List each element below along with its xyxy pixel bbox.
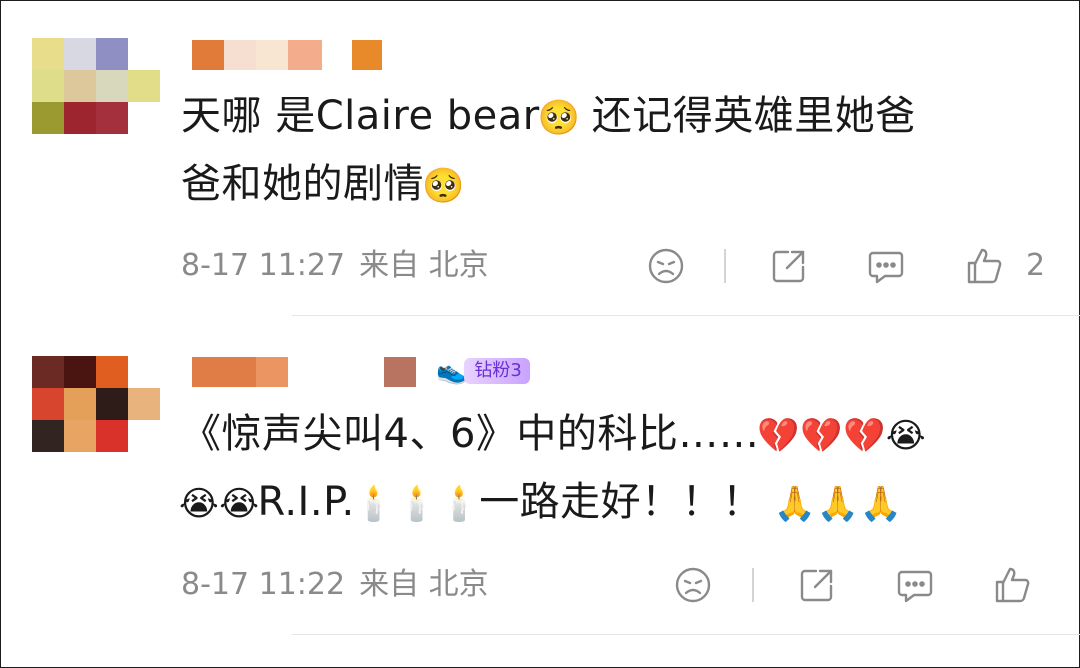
comment-actions [640,562,1060,608]
avatar-pixel [96,420,128,452]
avatar-pixel [128,38,160,70]
share-button[interactable] [766,243,812,289]
text-run: 爸和她的剧情 [181,161,424,207]
comment-actions: 2 [640,243,1060,289]
comment-divider [292,315,1080,316]
emoji: 🥺 [537,98,581,138]
avatar-pixel [64,38,96,70]
username[interactable] [192,357,432,387]
action-separator [752,568,754,602]
comment-text: 《惊声尖叫4、6》中的科比……💔💔💔😭 😭😭R.I.P.🕯️🕯️🕯️一路走好！！！… [179,400,1048,536]
username-pixel [192,357,256,387]
fan-badge[interactable]: 👟 钻粉3 [436,357,530,385]
username-pixel [352,40,382,70]
avatar-pixel [32,356,64,388]
comment-text: 天哪 是Claire bear🥺 还记得英雄里她爸 爸和她的剧情🥺 [181,82,1048,218]
avatar-pixel [32,388,64,420]
share-button[interactable] [794,562,840,608]
username-pixel [256,40,288,70]
avatar-pixel [96,102,128,134]
avatar-pixel [96,356,128,388]
action-separator [724,249,726,283]
like-button[interactable] [990,562,1036,608]
comment-time: 8-17 11:22 [181,567,346,602]
emoji: 🕯️🕯️🕯️ [352,484,482,524]
username-pixel [224,40,256,70]
comment-text-line: 爸和她的剧情🥺 [181,150,1048,218]
text-run: R.I.P. [257,479,355,525]
reply-button[interactable] [863,243,909,289]
dislike-button[interactable] [643,243,689,289]
emoji: 🙏🙏🙏 [773,484,903,524]
thumbs-up-icon [967,248,1002,284]
avatar-pixel [128,70,160,102]
avatar-pixel [64,388,96,420]
avatar-pixel [64,102,96,134]
comment-meta: 8-17 11:22 来自 北京 [181,565,503,605]
dislike-button[interactable] [670,562,716,608]
avatar-pixel [96,38,128,70]
avatar[interactable] [32,356,160,452]
like-button[interactable] [962,243,1008,289]
badge-label: 钻粉3 [464,358,530,384]
sad-face-icon [675,567,711,603]
username[interactable] [192,40,392,70]
emoji: 💔💔💔😭 [757,416,927,456]
comment-location: 来自 北京 [359,567,489,602]
share-icon [800,569,833,602]
avatar-pixel [128,356,160,388]
comment-meta: 8-17 11:27 来自 北京 [181,246,503,286]
username-pixel [288,40,322,70]
text-run: 《惊声尖叫4、6》中的科比…… [181,411,760,457]
username-pixel [256,357,288,387]
avatar-pixel [128,420,160,452]
sad-face-icon [648,248,684,284]
text-run: 一路走好！！！ [479,479,776,525]
thumbs-up-icon [995,567,1030,603]
avatar-pixel [64,356,96,388]
avatar-pixel [128,102,160,134]
avatar-pixel [32,70,64,102]
avatar-pixel [64,420,96,452]
emoji: 😭😭 [179,484,260,524]
comment-text-line: 😭😭R.I.P.🕯️🕯️🕯️一路走好！！！ 🙏🙏🙏 [179,468,1048,536]
username-pixel [192,40,224,70]
comment-icon [868,251,904,284]
avatar-pixel [96,70,128,102]
comment-location: 来自 北京 [359,248,489,283]
reply-button[interactable] [892,562,938,608]
comment-divider [292,634,1080,635]
comment-text-line: 天哪 是Claire bear🥺 还记得英雄里她爸 [181,82,1048,150]
share-icon [772,250,805,283]
avatar-pixel [32,102,64,134]
text-run: 还记得英雄里她爸 [578,93,916,139]
avatar-pixel [96,388,128,420]
like-count: 2 [1026,248,1046,283]
avatar-pixel [64,70,96,102]
comment-time: 8-17 11:27 [181,248,346,283]
comment-text-line: 《惊声尖叫4、6》中的科比……💔💔💔😭 [181,400,1048,468]
avatar-pixel [32,38,64,70]
avatar-pixel [128,388,160,420]
avatar-pixel [32,420,64,452]
comment-icon [897,570,933,603]
emoji: 🥺 [422,166,465,206]
username-pixel [384,357,416,387]
text-run: 天哪 是Claire bear [181,93,540,139]
avatar[interactable] [32,38,160,134]
